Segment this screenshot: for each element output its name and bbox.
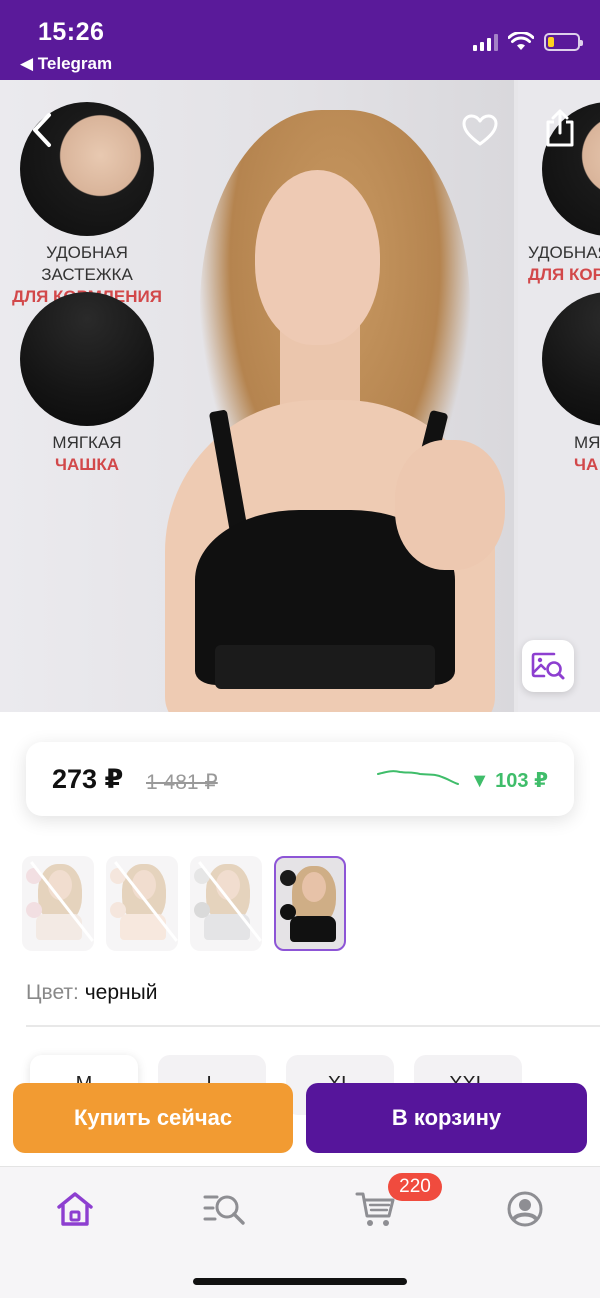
feature-label-clasp: УДОБНАЯ З ДЛЯ КОР: [528, 242, 600, 286]
feature-label-cup: МЯГКАЯ ЧАШКА: [16, 432, 158, 476]
color-value: черный: [84, 981, 158, 1004]
cart-count-badge: 220: [388, 1173, 442, 1201]
home-icon: [57, 1192, 93, 1226]
feature-line: МЯГКАЯ: [52, 433, 122, 452]
catalog-search-icon: [203, 1195, 245, 1225]
status-bar: 15:26 ◀ Telegram: [0, 0, 600, 80]
variant-thumbnail-selected[interactable]: [274, 856, 346, 951]
chevron-left-icon: [33, 113, 51, 147]
add-to-cart-button[interactable]: В корзину: [306, 1083, 587, 1153]
price-history-sparkline: [377, 770, 459, 785]
cup-detail-image: [542, 292, 600, 426]
tab-home[interactable]: [53, 1187, 97, 1231]
profile-icon: [507, 1191, 543, 1227]
image-search-icon: [531, 652, 565, 680]
variant-thumbnail-unavailable[interactable]: [22, 856, 94, 951]
feature-accent-line: ЧАШКА: [55, 455, 119, 474]
feature-line: МЯ: [574, 433, 600, 452]
divider: [26, 1025, 600, 1027]
wifi-icon: [508, 32, 534, 50]
cellular-signal-icon: [473, 33, 498, 51]
variant-thumbnail-unavailable[interactable]: [190, 856, 262, 951]
tab-profile[interactable]: [503, 1187, 547, 1231]
price-drop: ▼ 103 ₽: [469, 770, 548, 792]
feature-accent-line: ЧА: [574, 455, 599, 474]
back-to-telegram-link[interactable]: ◀ Telegram: [20, 54, 112, 74]
back-button[interactable]: [22, 110, 62, 150]
purchase-actions: Купить сейчас В корзину: [0, 1075, 600, 1167]
product-image-gallery[interactable]: УДОБНАЯ ЗАСТЕЖКА ДЛЯ КОРМЛЕНИЯ МЯГКАЯ ЧА…: [0, 80, 600, 712]
favorite-button[interactable]: [458, 108, 502, 152]
current-price: 273 ₽: [52, 764, 124, 794]
feature-accent-line: ДЛЯ КОР: [528, 265, 600, 284]
cup-detail-image: [20, 292, 154, 426]
heart-outline-icon: [462, 114, 498, 146]
home-indicator: [193, 1278, 407, 1285]
battery-low-icon: [544, 33, 583, 51]
variant-thumbnail-unavailable[interactable]: [106, 856, 178, 951]
tab-catalog[interactable]: [203, 1187, 247, 1231]
status-icons: [473, 32, 583, 52]
variant-thumbnails: [22, 856, 346, 951]
share-icon: [546, 109, 574, 147]
buy-now-button[interactable]: Купить сейчас: [13, 1083, 293, 1153]
image-search-button[interactable]: [522, 640, 574, 692]
price-card[interactable]: 273 ₽ 1 481 ₽ ▼ 103 ₽: [26, 742, 574, 816]
product-image[interactable]: УДОБНАЯ ЗАСТЕЖКА ДЛЯ КОРМЛЕНИЯ МЯГКАЯ ЧА…: [0, 80, 514, 712]
feature-label-cup: МЯ ЧА: [574, 432, 600, 476]
share-button[interactable]: [538, 106, 582, 150]
old-price: 1 481 ₽: [146, 771, 218, 794]
color-label: Цвет:: [26, 981, 79, 1004]
feature-line: УДОБНАЯ З: [528, 243, 600, 262]
next-product-image[interactable]: УДОБНАЯ З ДЛЯ КОР МЯ ЧА: [518, 80, 600, 712]
color-row: Цвет: черный: [26, 981, 157, 1005]
model-photo: [140, 110, 514, 712]
status-time: 15:26: [38, 18, 105, 46]
